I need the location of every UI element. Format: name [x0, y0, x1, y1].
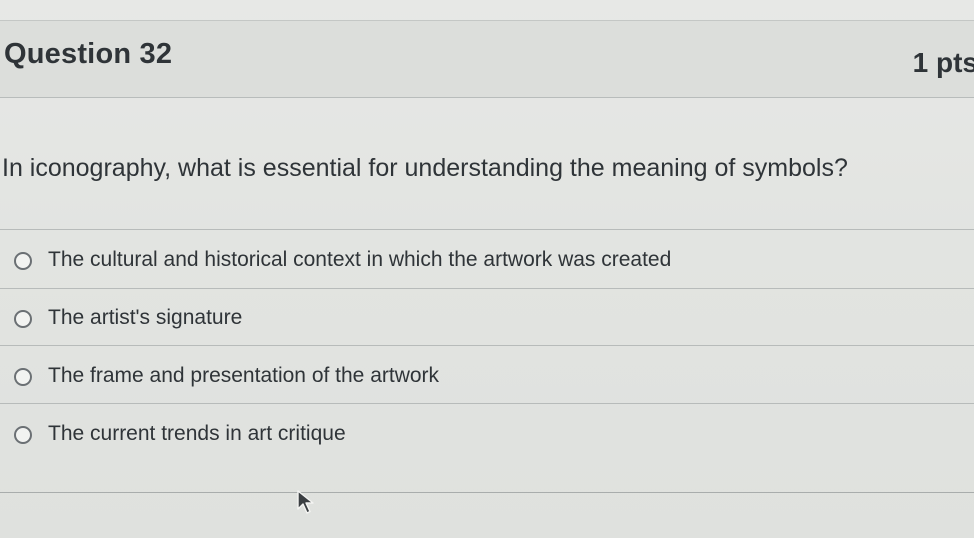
radio-button[interactable] — [14, 252, 32, 270]
divider — [0, 492, 974, 493]
answer-option-1[interactable]: The cultural and historical context in w… — [0, 241, 974, 287]
answer-label: The artist's signature — [48, 306, 243, 329]
answer-label: The frame and presentation of the artwor… — [48, 364, 440, 387]
divider — [0, 229, 974, 230]
answer-option-2[interactable]: The artist's signature — [0, 299, 974, 345]
question-title: Question 32 — [4, 38, 173, 70]
divider — [0, 345, 974, 346]
divider — [0, 288, 974, 289]
radio-button[interactable] — [14, 310, 32, 328]
answer-label: The current trends in art critique — [48, 422, 346, 445]
answer-option-4[interactable]: The current trends in art critique — [0, 415, 974, 461]
mouse-pointer-icon — [297, 490, 314, 514]
answer-option-3[interactable]: The frame and presentation of the artwor… — [0, 357, 974, 403]
question-text: In iconography, what is essential for un… — [2, 154, 848, 182]
divider — [0, 403, 974, 404]
radio-button[interactable] — [14, 368, 32, 386]
quiz-page: Question 32 1 pts In iconography, what i… — [0, 0, 974, 538]
question-points: 1 pts — [912, 47, 974, 78]
answer-label: The cultural and historical context in w… — [48, 248, 672, 271]
radio-button[interactable] — [14, 426, 32, 444]
